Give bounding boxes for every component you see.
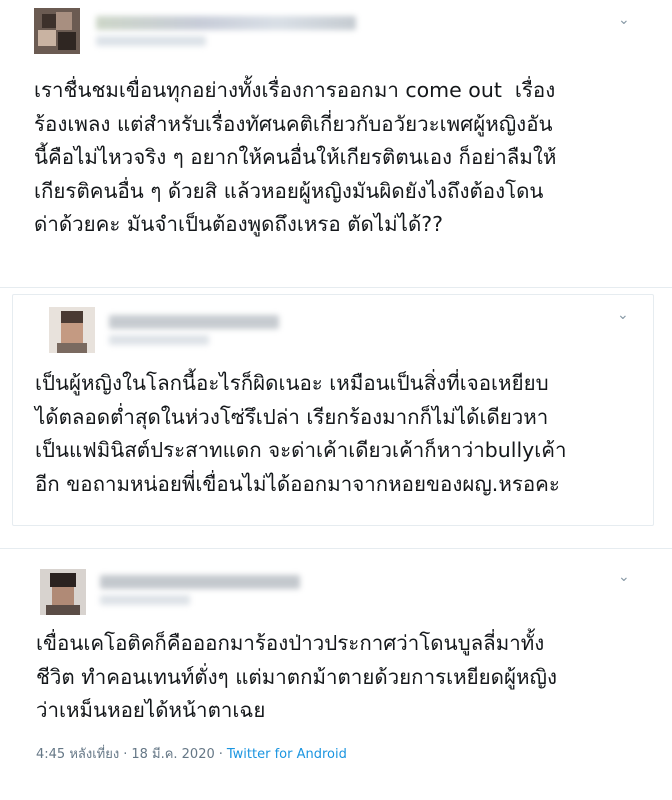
divider [0, 548, 672, 549]
divider [0, 287, 672, 288]
tweet-text: เขื่อนเคโอติคก็คือออกมาร้องป่าวประกาศว่า… [36, 631, 557, 722]
tweet-1: ⌄ เราชื่นชมเขื่อนทุกอย่างทั้งเรื่องการออ… [0, 0, 672, 286]
tweet-3: ⌄ เขื่อนเคโอติคก็คือออกมาร้องป่าวประกาศว… [0, 557, 672, 800]
chevron-down-icon[interactable]: ⌄ [618, 12, 630, 28]
chevron-down-icon[interactable]: ⌄ [617, 307, 629, 323]
user-handle[interactable] [109, 335, 209, 345]
tweet-date[interactable]: 18 มี.ค. 2020 [131, 747, 214, 762]
avatar[interactable] [49, 307, 95, 353]
tweet-source-link[interactable]: Twitter for Android [227, 747, 347, 762]
tweet-2: ⌄ เป็นผู้หญิงในโลกนี้อะไรก็ผิดเนอะ เหมือ… [12, 294, 654, 526]
tweet-text: เป็นผู้หญิงในโลกนี้อะไรก็ผิดเนอะ เหมือนเ… [35, 371, 567, 496]
tweet-text: เราชื่นชมเขื่อนทุกอย่างทั้งเรื่องการออกม… [34, 78, 557, 236]
avatar[interactable] [40, 569, 86, 615]
avatar[interactable] [34, 8, 80, 54]
user-handle[interactable] [100, 595, 190, 605]
tweet-meta: 4:45 หลังเที่ยง · 18 มี.ค. 2020 · Twitter fo… [36, 743, 347, 764]
meta-separator: · [123, 747, 128, 762]
display-name[interactable] [100, 575, 300, 589]
display-name[interactable] [109, 315, 279, 329]
display-name[interactable] [96, 16, 356, 30]
tweet-time[interactable]: 4:45 หลังเที่ยง [36, 747, 119, 762]
chevron-down-icon[interactable]: ⌄ [618, 569, 630, 585]
user-handle[interactable] [96, 36, 206, 46]
meta-separator: · [218, 747, 223, 762]
